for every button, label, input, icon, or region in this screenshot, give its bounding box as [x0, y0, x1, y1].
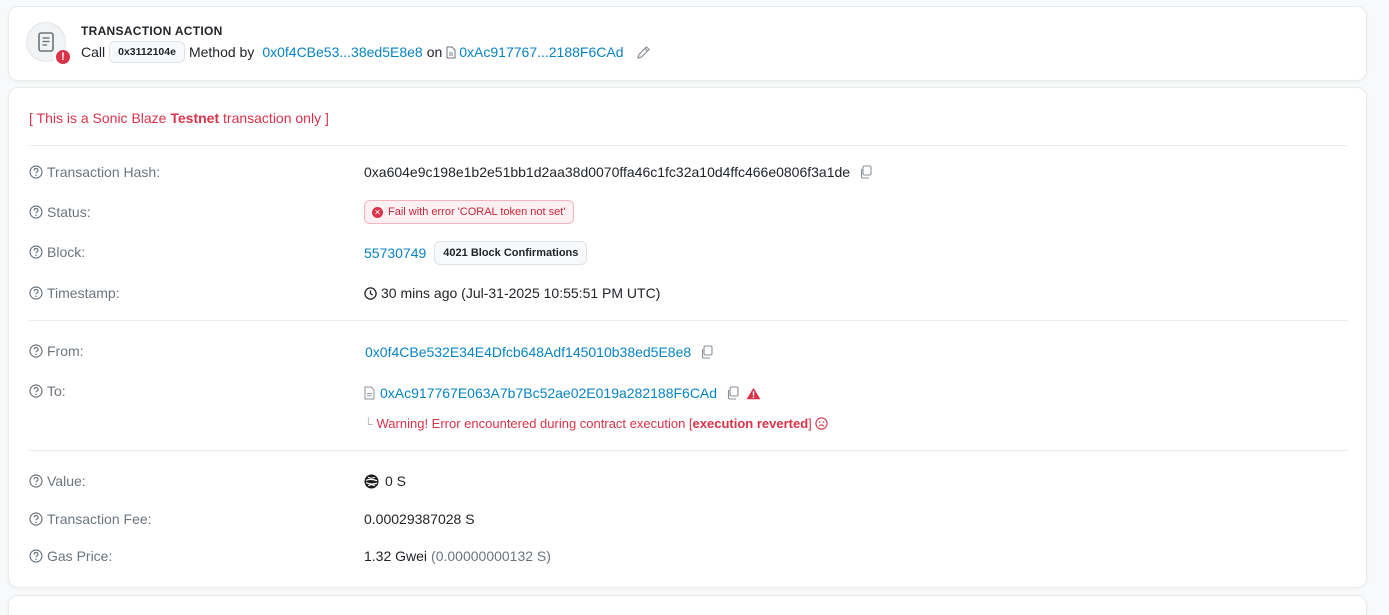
fee-label: Transaction Fee: — [47, 511, 152, 527]
pencil-icon[interactable] — [636, 45, 651, 60]
testnet-notice-prefix: [ This is a Sonic Blaze — [29, 110, 171, 126]
x-circle-icon: ✕ — [372, 206, 383, 218]
call-label: Call — [81, 44, 106, 60]
divider — [29, 145, 1348, 146]
execution-warning: └ Warning! Error encountered during cont… — [364, 416, 828, 431]
gas-price-label-row: Gas Price: — [29, 548, 112, 564]
status-badge: ✕ Fail with error 'CORAL token not set' — [364, 200, 575, 224]
help-circle-icon[interactable] — [29, 474, 43, 488]
from-label: From: — [47, 343, 84, 359]
fee-value-row: 0.00029387028 S — [364, 511, 475, 527]
block-label-row: Block: — [29, 244, 85, 260]
status-text: Fail with error 'CORAL token not set' — [388, 206, 566, 218]
divider — [29, 450, 1348, 451]
confirmations-badge: 4021 Block Confirmations — [434, 241, 588, 265]
value-label: Value: — [47, 473, 86, 489]
fee-label-row: Transaction Fee: — [29, 511, 152, 527]
timestamp-label: Timestamp: — [47, 285, 120, 301]
copy-icon[interactable] — [726, 386, 739, 400]
to-address-link[interactable]: 0xAc917767E063A7b7Bc52ae02E019a282188F6C… — [380, 385, 717, 401]
value-value-row: 0 S — [364, 473, 406, 489]
block-value-row: 55730749 4021 Block Confirmations — [364, 241, 588, 265]
help-circle-icon[interactable] — [29, 384, 43, 398]
sad-face-icon — [815, 417, 828, 430]
help-circle-icon[interactable] — [29, 549, 43, 563]
timestamp-label-row: Timestamp: — [29, 285, 120, 301]
hash-value-row: 0xa604e9c198e1b2e51bb1d2aa38d0070ffa46c1… — [364, 164, 872, 180]
status-label: Status: — [47, 204, 91, 220]
help-circle-icon[interactable] — [29, 512, 43, 526]
transaction-details-card: [ This is a Sonic Blaze Testnet transact… — [8, 87, 1367, 588]
divider — [29, 320, 1348, 321]
contract-file-icon — [446, 46, 456, 59]
transaction-fee-value: 0.00029387028 S — [364, 511, 475, 527]
sonic-token-icon — [364, 474, 379, 489]
action-from-address-link[interactable]: 0x0f4CBe53...38ed5E8e8 — [262, 44, 422, 60]
transaction-action-title: TRANSACTION ACTION — [81, 24, 223, 38]
hash-label: Transaction Hash: — [47, 164, 161, 180]
warning-triangle-icon[interactable] — [746, 387, 761, 400]
timestamp-value-row: 30 mins ago (Jul-31-2025 10:55:51 PM UTC… — [364, 285, 660, 301]
status-label-row: Status: — [29, 204, 91, 220]
clock-icon — [364, 286, 377, 300]
from-label-row: From: — [29, 343, 84, 359]
gas-price-label: Gas Price: — [47, 548, 113, 564]
warning-prefix: Warning! Error encountered during contra… — [376, 416, 693, 431]
to-label: To: — [47, 383, 66, 399]
timestamp-value: 30 mins ago (Jul-31-2025 10:55:51 PM UTC… — [381, 285, 661, 301]
to-value-row: 0xAc917767E063A7b7Bc52ae02E019a282188F6C… — [364, 385, 761, 401]
help-circle-icon[interactable] — [29, 245, 43, 259]
transaction-action-summary: Call 0x3112104e Method by 0x0f4CBe53...3… — [81, 41, 651, 63]
block-number-link[interactable]: 55730749 — [364, 245, 426, 261]
gas-price-value-row: 1.32 Gwei (0.00000000132 S) — [364, 548, 551, 564]
testnet-notice: [ This is a Sonic Blaze Testnet transact… — [29, 110, 329, 126]
help-circle-icon[interactable] — [29, 205, 43, 219]
method-by-label: Method by — [188, 44, 255, 60]
on-label: on — [426, 44, 443, 60]
testnet-notice-strong: Testnet — [170, 110, 220, 126]
method-id-badge[interactable]: 0x3112104e — [109, 41, 185, 63]
transaction-action-card: ! TRANSACTION ACTION Call 0x3112104e Met… — [8, 6, 1367, 81]
next-section-card — [8, 595, 1367, 615]
from-address-link[interactable]: 0x0f4CBe532E34E4Dfcb648Adf145010b38ed5E8… — [365, 344, 691, 360]
gas-price-value: 1.32 Gwei — [364, 548, 428, 564]
testnet-notice-suffix: transaction only ] — [219, 110, 329, 126]
help-circle-icon[interactable] — [29, 165, 43, 179]
transaction-hash-value: 0xa604e9c198e1b2e51bb1d2aa38d0070ffa46c1… — [364, 164, 851, 180]
value-amount: 0 S — [385, 473, 407, 489]
gas-price-detail: (0.00000000132 S) — [431, 548, 551, 564]
tree-corner-icon: └ — [364, 416, 373, 431]
alert-badge-icon: ! — [54, 48, 72, 66]
copy-icon[interactable] — [859, 165, 872, 179]
warning-suffix: ] — [808, 416, 812, 431]
help-circle-icon[interactable] — [29, 344, 43, 358]
value-label-row: Value: — [29, 473, 86, 489]
help-circle-icon[interactable] — [29, 286, 43, 300]
action-to-address-link[interactable]: 0xAc917767...2188F6CAd — [459, 44, 623, 60]
block-label: Block: — [47, 244, 86, 260]
contract-file-icon — [364, 386, 375, 400]
warning-strong: execution reverted — [692, 416, 809, 431]
hash-label-row: Transaction Hash: — [29, 164, 160, 180]
from-value-row: 0x0f4CBe532E34E4Dfcb648Adf145010b38ed5E8… — [365, 344, 713, 360]
status-value-row: ✕ Fail with error 'CORAL token not set' — [364, 200, 575, 224]
copy-icon[interactable] — [700, 345, 713, 359]
to-label-row: To: — [29, 383, 66, 399]
